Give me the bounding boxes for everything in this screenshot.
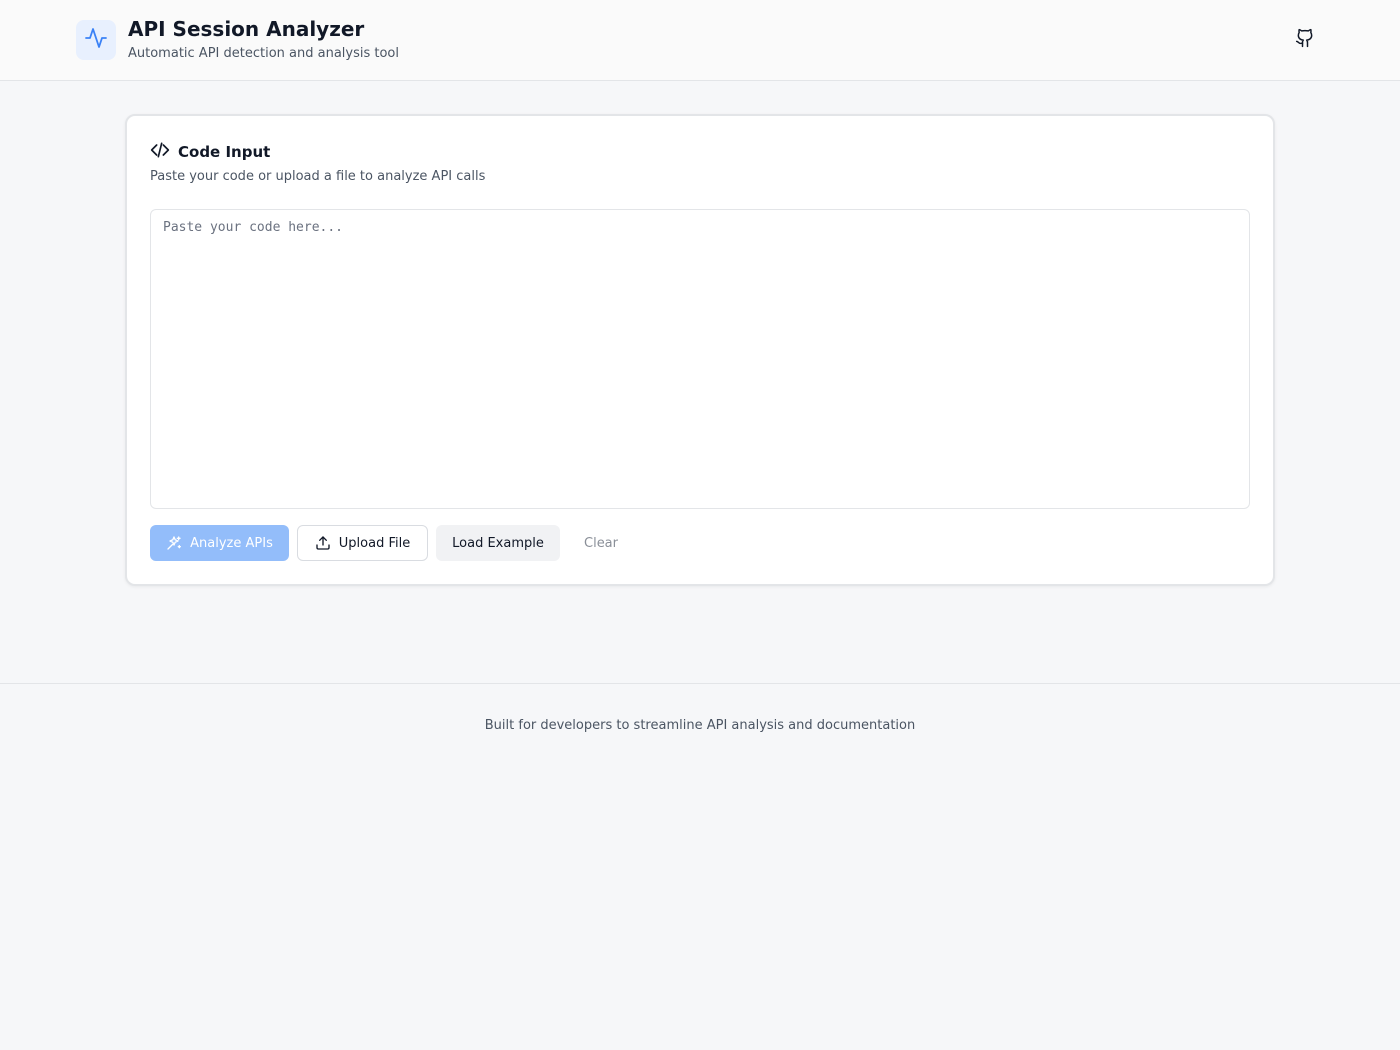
clear-label: Clear — [584, 535, 618, 551]
load-example-button[interactable]: Load Example — [436, 525, 560, 561]
sparkles-icon — [166, 535, 182, 551]
code-icon — [150, 140, 170, 164]
code-input-card: Code Input Paste your code or upload a f… — [125, 114, 1275, 586]
card-description: Paste your code or upload a file to anal… — [150, 169, 486, 184]
analyze-apis-label: Analyze APIs — [190, 535, 273, 551]
upload-icon — [315, 535, 331, 551]
code-input-textarea[interactable] — [150, 209, 1250, 509]
page-footer: Built for developers to streamline API a… — [0, 683, 1400, 1050]
app-subtitle: Automatic API detection and analysis too… — [128, 46, 400, 61]
upload-file-button[interactable]: Upload File — [297, 525, 428, 561]
card-title: Code Input — [178, 143, 271, 161]
github-icon — [1295, 28, 1315, 52]
app-header: API Session Analyzer Automatic API detec… — [0, 0, 1400, 81]
footer-text: Built for developers to streamline API a… — [484, 718, 916, 733]
load-example-label: Load Example — [452, 535, 544, 551]
app-logo — [76, 20, 116, 60]
github-link[interactable] — [1289, 24, 1321, 56]
app-title: API Session Analyzer — [128, 17, 365, 41]
card-header: Code Input — [150, 140, 270, 164]
clear-button[interactable]: Clear — [568, 525, 634, 561]
upload-file-label: Upload File — [338, 535, 411, 551]
analyze-apis-button[interactable]: Analyze APIs — [150, 525, 289, 561]
activity-icon — [84, 26, 108, 54]
